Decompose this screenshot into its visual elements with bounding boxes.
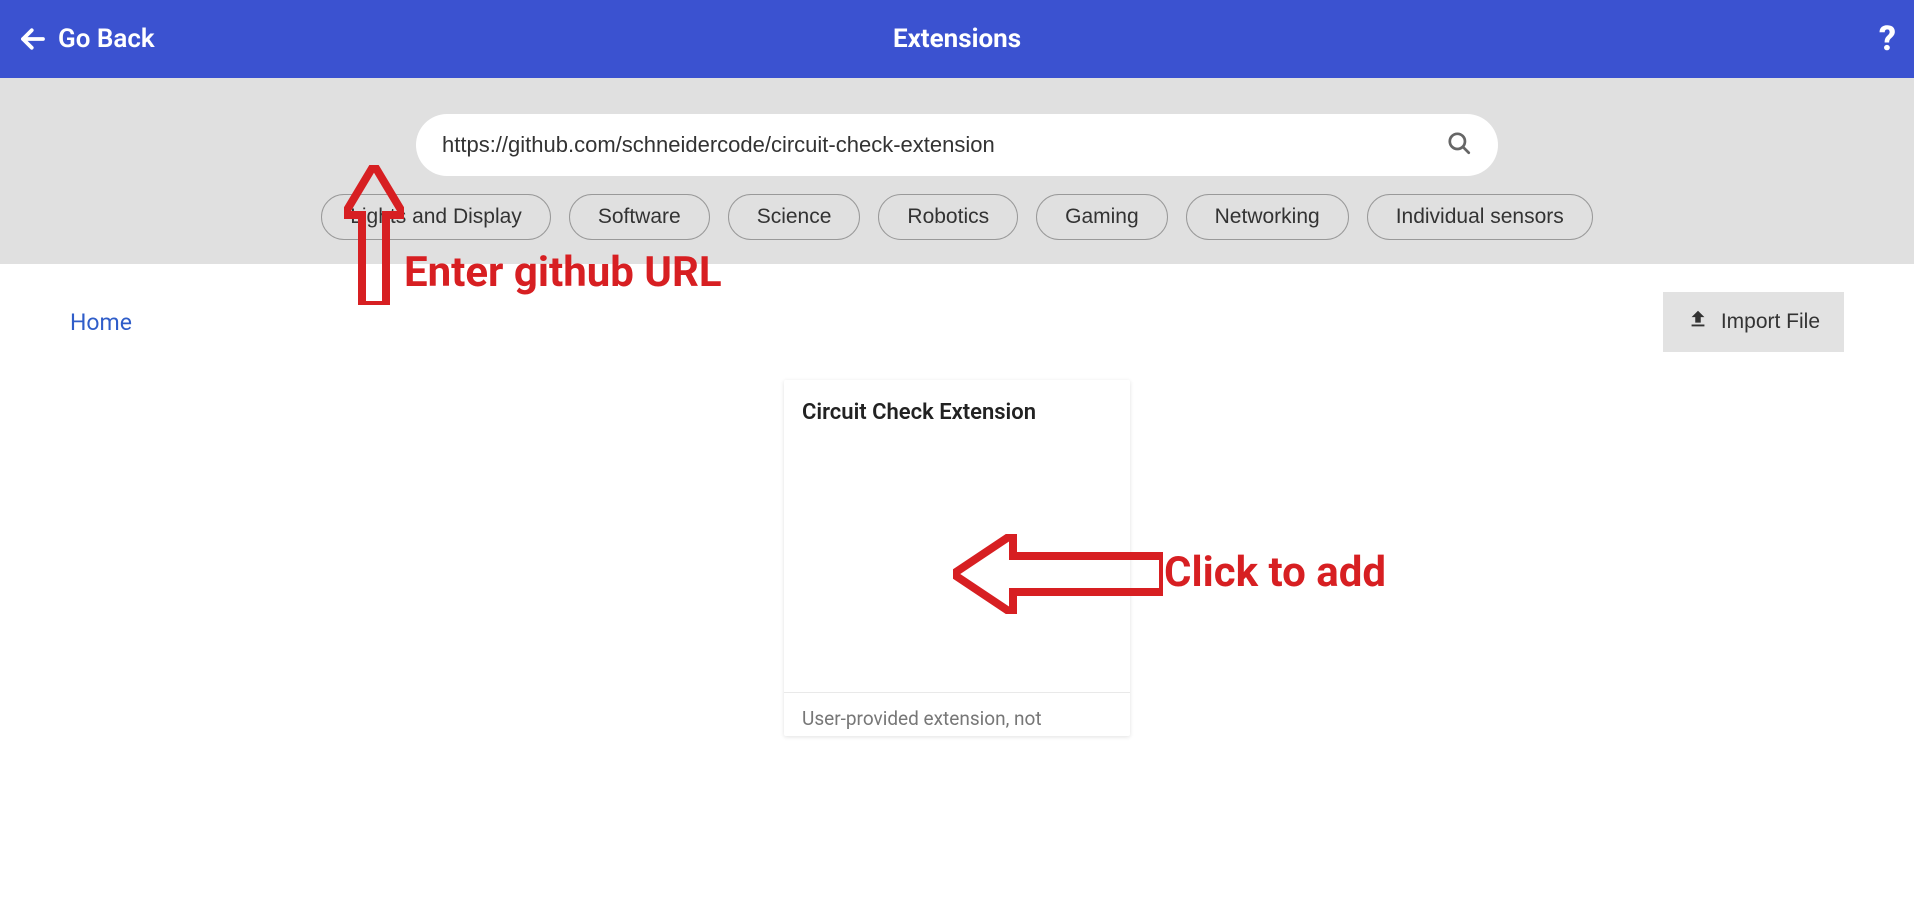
chip-lights-display[interactable]: Lights and Display (321, 194, 551, 240)
help-button[interactable]: ? (1879, 19, 1896, 59)
go-back-label: Go Back (58, 24, 155, 54)
chip-gaming[interactable]: Gaming (1036, 194, 1168, 240)
search-icon[interactable] (1446, 130, 1472, 160)
chip-science[interactable]: Science (728, 194, 861, 240)
chip-individual-sensors[interactable]: Individual sensors (1367, 194, 1593, 240)
chip-software[interactable]: Software (569, 194, 710, 240)
import-file-label: Import File (1721, 310, 1820, 334)
go-back-button[interactable]: Go Back (18, 24, 155, 54)
search-input[interactable] (442, 132, 1446, 158)
search-bar (416, 114, 1498, 176)
upload-icon (1687, 308, 1709, 336)
extension-card-body (784, 433, 1130, 693)
breadcrumb-home[interactable]: Home (70, 309, 132, 336)
content-area: Home Import File Circuit Check Extension… (0, 264, 1914, 776)
extension-card-description: User-provided extension, not (784, 693, 1130, 736)
category-chips: Lights and Display Software Science Robo… (321, 194, 1593, 240)
page-title: Extensions (893, 24, 1021, 54)
chip-robotics[interactable]: Robotics (878, 194, 1018, 240)
app-header: Go Back Extensions ? (0, 0, 1914, 78)
chip-networking[interactable]: Networking (1186, 194, 1349, 240)
arrow-left-icon (18, 24, 48, 54)
main-scroll[interactable]: Lights and Display Software Science Robo… (0, 78, 1914, 910)
extension-card[interactable]: Circuit Check Extension User-provided ex… (784, 380, 1130, 736)
search-section: Lights and Display Software Science Robo… (0, 78, 1914, 264)
content-top-row: Home Import File (70, 292, 1844, 352)
import-file-button[interactable]: Import File (1663, 292, 1844, 352)
extension-card-title: Circuit Check Extension (784, 380, 1130, 433)
